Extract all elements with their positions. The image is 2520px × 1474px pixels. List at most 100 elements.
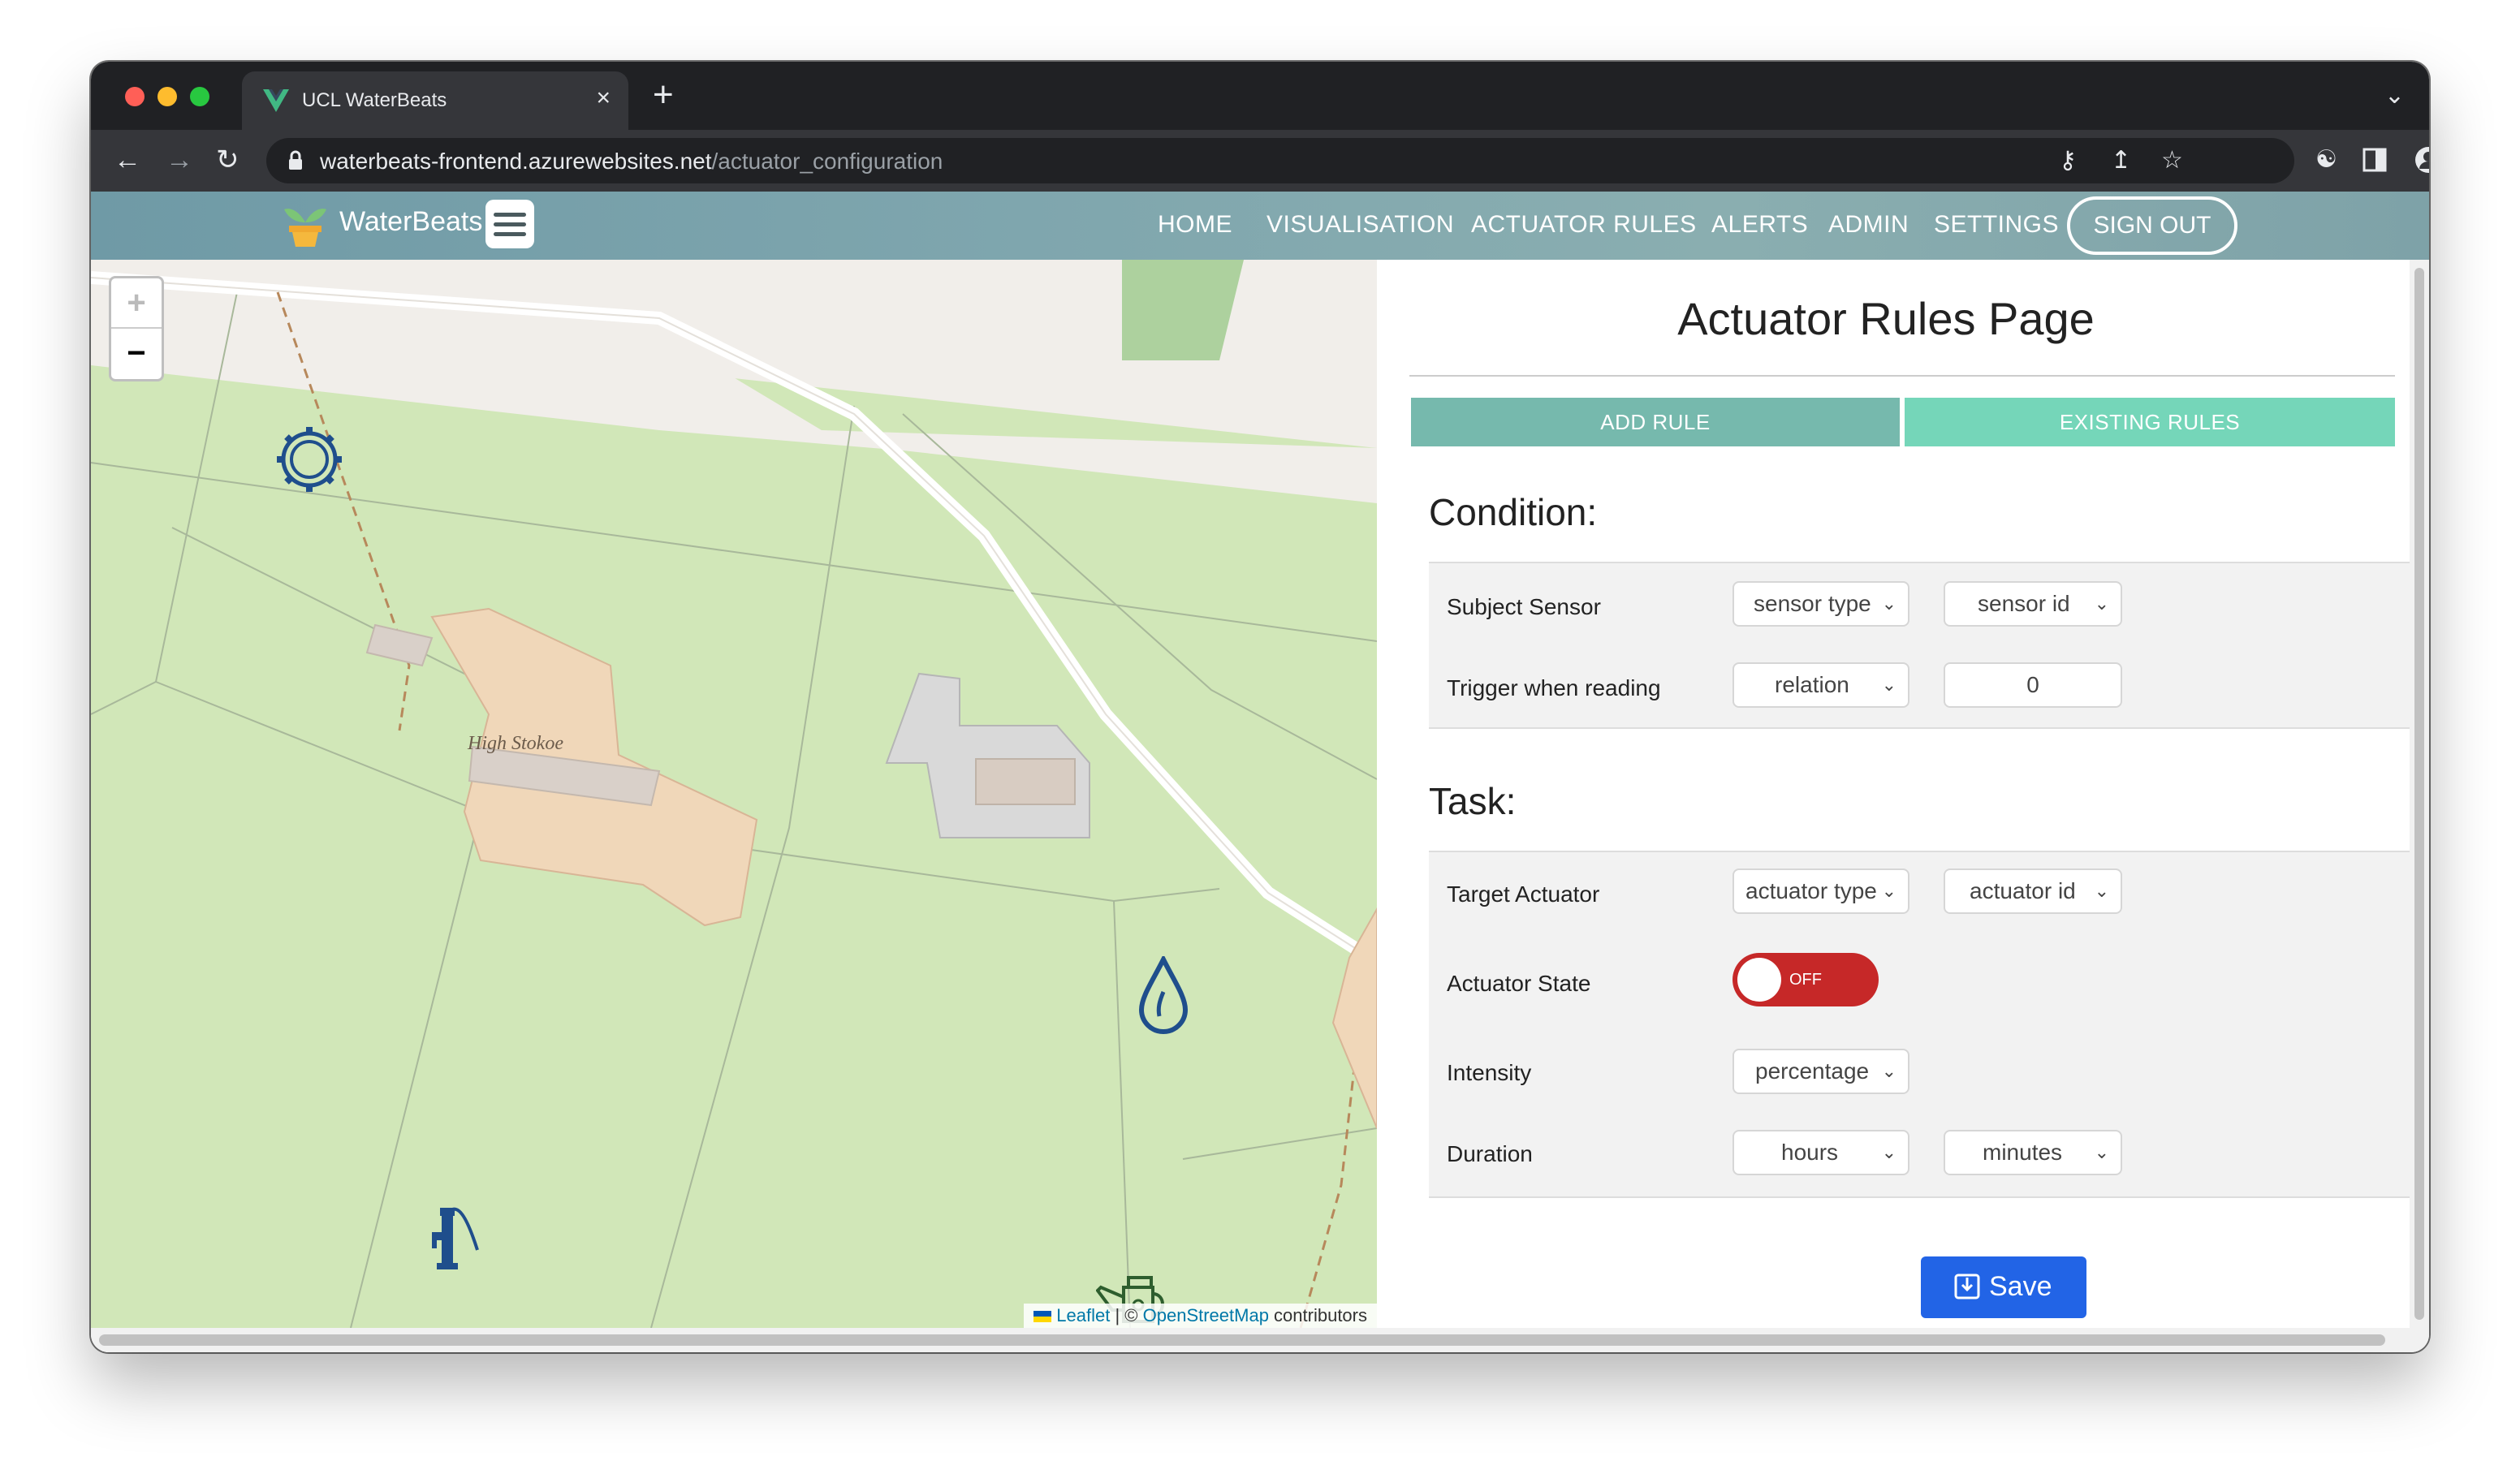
nav-alerts[interactable]: ALERTS <box>1711 211 1808 239</box>
zoom-out-button[interactable]: − <box>111 329 162 377</box>
sensor-id-select[interactable]: sensor id ⌄ <box>1944 581 2122 627</box>
sign-out-button[interactable]: SIGN OUT <box>2067 196 2237 255</box>
browser-tab[interactable]: UCL WaterBeats × <box>242 71 628 130</box>
address-bar[interactable]: waterbeats-frontend.azurewebsites.net/ac… <box>266 138 2294 183</box>
tab-close-icon[interactable]: × <box>596 84 611 112</box>
chevron-down-icon: ⌄ <box>1881 593 1896 614</box>
tab-search-icon[interactable]: ⌄ <box>2384 81 2405 110</box>
brand-name[interactable]: WaterBeats <box>339 206 482 238</box>
trigger-label: Trigger when reading <box>1447 675 1661 700</box>
app-navbar: WaterBeats HOME VISUALISATION ACTUATOR R… <box>91 192 2429 260</box>
close-window-button[interactable] <box>125 87 145 106</box>
browser-window: UCL WaterBeats × + ⌄ ← → ↻ waterbeats-fr… <box>91 62 2429 1352</box>
save-icon <box>1954 1274 1980 1299</box>
url-host: waterbeats-frontend.azurewebsites.net <box>320 149 712 174</box>
back-icon[interactable]: ← <box>114 141 141 179</box>
building <box>885 672 1090 838</box>
osm-link[interactable]: OpenStreetMap <box>1143 1305 1269 1325</box>
chevron-down-icon: ⌄ <box>1881 1061 1896 1081</box>
vertical-scrollbar[interactable] <box>2410 260 2429 1352</box>
intensity-select[interactable]: percentage ⌄ <box>1732 1049 1909 1094</box>
chevron-down-icon: ⌄ <box>2094 593 2109 614</box>
condition-heading: Condition: <box>1429 491 1598 533</box>
forward-icon[interactable]: → <box>166 141 193 179</box>
intensity-value: percentage <box>1755 1058 1870 1084</box>
save-button[interactable]: Save <box>1921 1256 2086 1318</box>
task-heading: Task: <box>1429 780 1517 822</box>
actuator-state-label: Actuator State <box>1447 971 1591 996</box>
tab-strip: UCL WaterBeats × + ⌄ <box>91 62 2429 130</box>
nav-settings[interactable]: SETTINGS <box>1934 211 2059 239</box>
chevron-down-icon: ⌄ <box>1881 675 1896 695</box>
url-text: waterbeats-frontend.azurewebsites.net/ac… <box>320 149 943 175</box>
ukraine-flag-icon <box>1033 1311 1052 1323</box>
chevron-down-icon: ⌄ <box>2094 1142 2109 1162</box>
share-icon[interactable]: ↥ <box>2111 143 2131 179</box>
plant-pot-logo-icon <box>284 209 326 247</box>
actuator-id-select[interactable]: actuator id ⌄ <box>1944 868 2122 914</box>
sensor-id-value: sensor id <box>1978 591 2070 616</box>
web-page: WaterBeats HOME VISUALISATION ACTUATOR R… <box>91 192 2429 1352</box>
tab-add-rule[interactable]: ADD RULE <box>1411 398 1900 446</box>
chevron-down-icon: ⌄ <box>1881 1142 1896 1162</box>
map[interactable]: High Stokoe + − Leaflet | © OpenStreetMa… <box>91 260 1377 1328</box>
star-icon[interactable]: ☆ <box>2161 143 2183 179</box>
zoom-in-button[interactable]: + <box>111 278 162 329</box>
attribution-separator: | © <box>1110 1305 1143 1325</box>
browser-toolbar: ← → ↻ waterbeats-frontend.azurewebsites.… <box>91 130 2429 192</box>
nav-actuator-rules[interactable]: ACTUATOR RULES <box>1471 211 1697 239</box>
hours-select[interactable]: hours ⌄ <box>1732 1130 1909 1175</box>
condition-box: Subject Sensor sensor type ⌄ sensor id ⌄ T… <box>1429 562 2410 729</box>
hamburger-menu-button[interactable] <box>485 200 534 248</box>
rules-panel: Actuator Rules Page ADD RULE EXISTING RU… <box>1377 260 2410 1328</box>
key-icon[interactable]: ⚷ <box>2059 143 2077 179</box>
reload-icon[interactable]: ↻ <box>216 141 239 179</box>
page-title: Actuator Rules Page <box>1677 293 2095 344</box>
title-divider <box>1409 375 2395 377</box>
tab-title: UCL WaterBeats <box>302 89 447 111</box>
vue-favicon-icon <box>263 89 289 112</box>
relation-value: relation <box>1775 672 1849 697</box>
gear-marker-icon[interactable] <box>274 422 344 497</box>
actuator-type-select[interactable]: actuator type ⌄ <box>1732 868 1909 914</box>
water-pump-marker-icon[interactable] <box>425 1201 482 1271</box>
duration-label: Duration <box>1447 1141 1533 1166</box>
toggle-state-text: OFF <box>1789 971 1822 989</box>
relation-select[interactable]: relation ⌄ <box>1732 662 1909 708</box>
sidepanel-icon[interactable] <box>2362 148 2387 172</box>
nav-visualisation[interactable]: VISUALISATION <box>1266 211 1454 239</box>
threshold-input[interactable]: 0 <box>1944 662 2122 708</box>
actuator-type-value: actuator type <box>1745 878 1877 903</box>
profile-icon[interactable] <box>2414 146 2429 174</box>
save-label: Save <box>1989 1271 2052 1302</box>
new-tab-button[interactable]: + <box>653 75 674 115</box>
extensions-icon[interactable]: ☯ <box>2315 141 2337 179</box>
sensor-type-value: sensor type <box>1754 591 1871 616</box>
chevron-down-icon: ⌄ <box>1881 881 1896 901</box>
horizontal-scroll-thumb[interactable] <box>99 1334 2385 1346</box>
leaflet-link[interactable]: Leaflet <box>1056 1305 1110 1325</box>
toggle-knob <box>1737 958 1781 1002</box>
minutes-select[interactable]: minutes ⌄ <box>1944 1130 2122 1175</box>
subject-sensor-label: Subject Sensor <box>1447 594 1601 619</box>
water-drop-marker-icon[interactable] <box>1137 956 1190 1034</box>
map-attribution: Leaflet | © OpenStreetMap contributors <box>1024 1304 1377 1328</box>
chevron-down-icon: ⌄ <box>2094 881 2109 901</box>
hours-value: hours <box>1781 1140 1839 1165</box>
sensor-type-select[interactable]: sensor type ⌄ <box>1732 581 1909 627</box>
actuator-id-value: actuator id <box>1970 878 2076 903</box>
maximize-window-button[interactable] <box>190 87 209 106</box>
url-path: /actuator_configuration <box>711 149 943 174</box>
minimize-window-button[interactable] <box>158 87 177 106</box>
actuator-state-toggle[interactable]: OFF <box>1732 953 1879 1006</box>
task-box: Target Actuator actuator type ⌄ actuator … <box>1429 851 2410 1198</box>
horizontal-scrollbar[interactable] <box>91 1328 2410 1352</box>
nav-home[interactable]: HOME <box>1158 211 1232 239</box>
lock-icon <box>289 150 302 170</box>
tab-existing-rules[interactable]: EXISTING RULES <box>1905 398 2395 446</box>
vertical-scroll-thumb[interactable] <box>2414 268 2424 1320</box>
nav-admin[interactable]: ADMIN <box>1828 211 1909 239</box>
place-label: High Stokoe <box>467 733 563 754</box>
map-tiles: High Stokoe <box>91 260 1377 1328</box>
attribution-suffix: contributors <box>1268 1305 1367 1325</box>
